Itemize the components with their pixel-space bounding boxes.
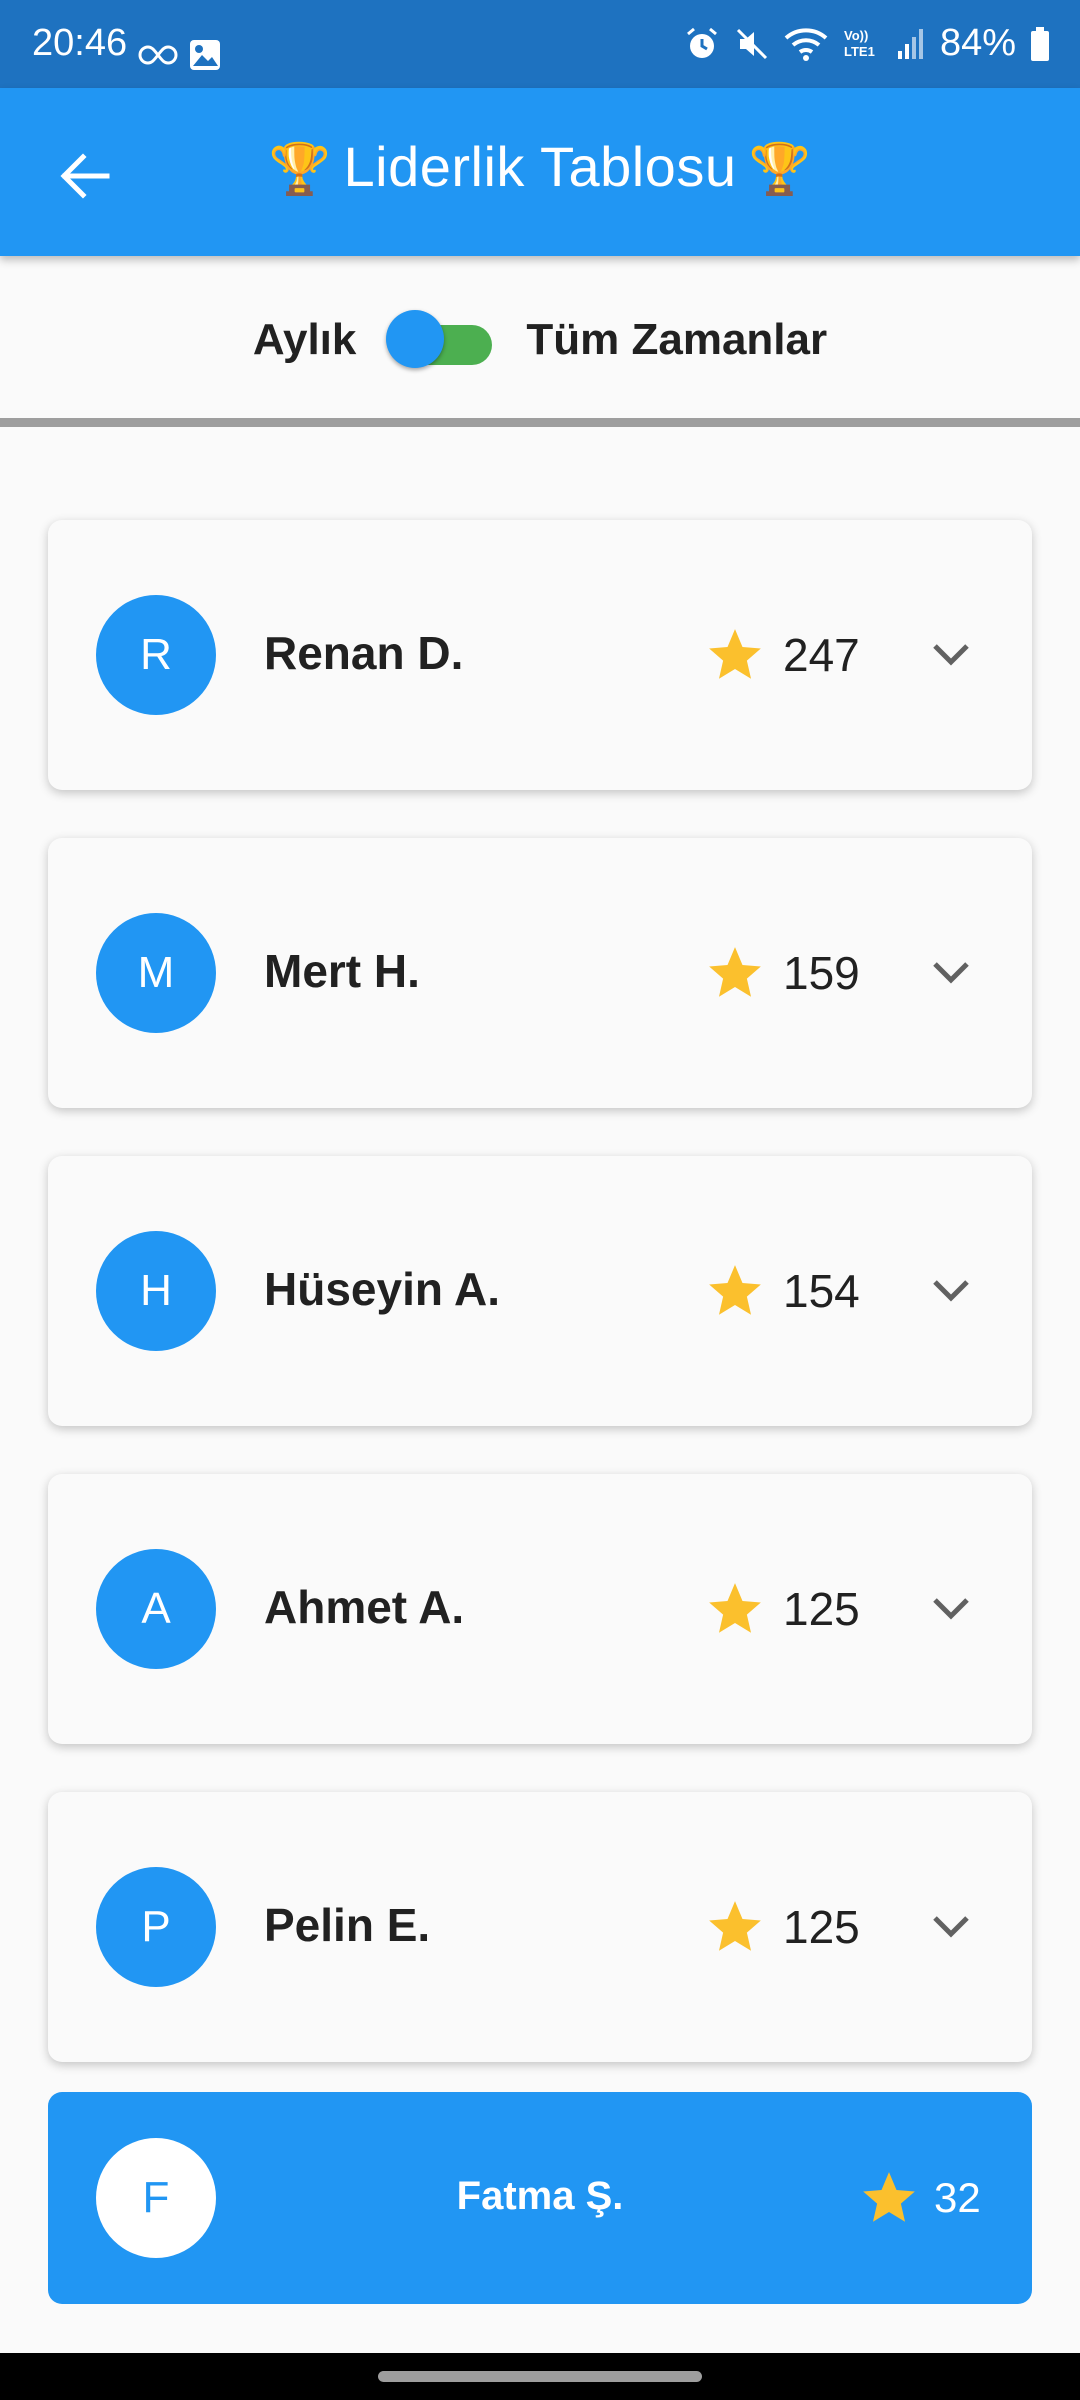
toggle-label-monthly[interactable]: Aylık xyxy=(253,315,357,365)
expand-button[interactable] xyxy=(926,1584,976,1634)
toggle-label-all-time[interactable]: Tüm Zamanlar xyxy=(526,315,827,365)
trophy-icon: 🏆 xyxy=(268,141,332,197)
leaderboard-card[interactable]: M Mert H. 159 xyxy=(48,838,1032,1108)
leaderboard-card[interactable]: A Ahmet A. 125 xyxy=(48,1474,1032,1744)
image-icon xyxy=(188,38,222,72)
leaderboard-card[interactable]: P Pelin E. 125 xyxy=(48,1792,1032,2062)
expand-button[interactable] xyxy=(926,630,976,680)
leaderboard-card[interactable]: R Renan D. 247 xyxy=(48,520,1032,790)
score: 247 xyxy=(783,629,860,681)
expand-button[interactable] xyxy=(926,1266,976,1316)
avatar: A xyxy=(96,1549,216,1669)
expand-button[interactable] xyxy=(926,948,976,998)
status-time: 20:46 xyxy=(32,22,128,64)
status-left-icons xyxy=(138,38,222,72)
leaderboard-card[interactable]: H Hüseyin A. 154 xyxy=(48,1156,1032,1426)
app-bar: 🏆 Liderlik Tablosu 🏆 xyxy=(0,88,1080,256)
trophy-icon: 🏆 xyxy=(748,141,812,197)
chevron-down-icon xyxy=(933,644,969,666)
avatar: R xyxy=(96,595,216,715)
battery-icon xyxy=(1030,26,1050,62)
page-title: 🏆 Liderlik Tablosu 🏆 xyxy=(0,134,1080,199)
chevron-down-icon xyxy=(933,962,969,984)
svg-text:Vo)): Vo)) xyxy=(844,28,868,43)
status-right: Vo)) LTE1 84% xyxy=(684,22,1050,65)
leaderboard-list: R Renan D. 247 M Mert H. 159 H Hüseyin A… xyxy=(48,520,1032,2110)
star-icon xyxy=(709,1901,761,1951)
expand-button[interactable] xyxy=(926,1902,976,1952)
current-user-card[interactable]: F Fatma Ş. 32 xyxy=(48,2092,1032,2304)
score: 159 xyxy=(783,947,860,999)
user-name: Mert H. xyxy=(264,945,420,997)
period-switch[interactable] xyxy=(386,308,496,372)
battery-percent: 84% xyxy=(939,22,1016,64)
user-name: Ahmet A. xyxy=(264,1581,465,1633)
current-user-score: 32 xyxy=(934,2174,981,2221)
avatar: P xyxy=(96,1867,216,1987)
avatar: M xyxy=(96,913,216,1033)
link-icon xyxy=(138,44,178,66)
system-nav-bar xyxy=(0,2353,1080,2400)
chevron-down-icon xyxy=(933,1916,969,1938)
period-toggle-row: Aylık Tüm Zamanlar xyxy=(0,256,1080,424)
alarm-icon xyxy=(684,26,720,62)
volte-icon: Vo)) LTE1 xyxy=(842,26,882,62)
signal-icon xyxy=(896,27,926,61)
star-icon xyxy=(709,1265,761,1315)
page-title-text: Liderlik Tablosu xyxy=(343,135,737,198)
mute-icon xyxy=(734,26,770,62)
home-gesture-bar[interactable] xyxy=(378,2371,702,2382)
score: 125 xyxy=(783,1901,860,1953)
wifi-icon xyxy=(784,26,828,62)
star-icon xyxy=(863,2172,915,2222)
user-name: Hüseyin A. xyxy=(264,1263,501,1315)
star-icon xyxy=(709,947,761,997)
user-name: Renan D. xyxy=(264,627,464,679)
star-icon xyxy=(709,629,761,679)
switch-thumb[interactable] xyxy=(386,310,445,368)
status-bar: 20:46 Vo)) LTE1 84% xyxy=(0,0,1080,88)
svg-text:LTE1: LTE1 xyxy=(844,44,875,59)
chevron-down-icon xyxy=(933,1280,969,1302)
chevron-down-icon xyxy=(933,1598,969,1620)
score: 154 xyxy=(783,1265,860,1317)
avatar: H xyxy=(96,1231,216,1351)
score: 125 xyxy=(783,1583,860,1635)
user-name: Pelin E. xyxy=(264,1899,431,1951)
divider xyxy=(0,418,1080,427)
star-icon xyxy=(709,1583,761,1633)
